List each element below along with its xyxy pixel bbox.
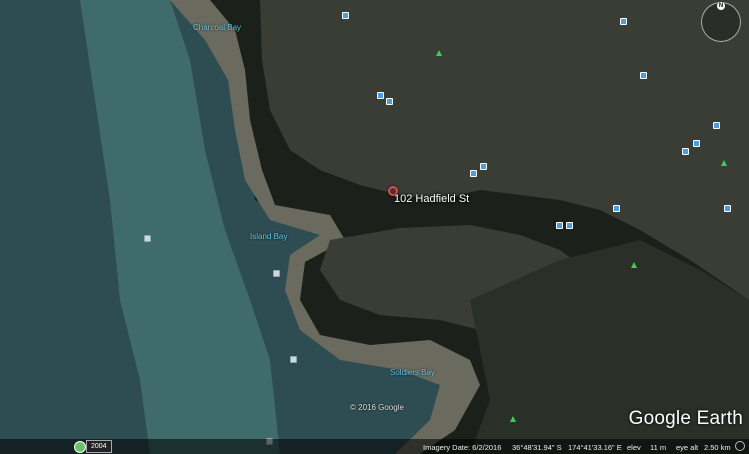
bay-label-island: Island Bay [250,232,288,241]
bus-stop-icon[interactable] [377,92,384,99]
eye-alt-label: eye alt [676,443,699,452]
map-view[interactable]: Charcoal Bay Island Bay Soldiers Bay 102… [0,0,749,454]
compass-north-label: N [717,2,725,10]
park-icon[interactable] [436,50,442,56]
compass-icon[interactable]: N [701,2,741,42]
bus-stop-icon[interactable] [386,98,393,105]
bus-stop-icon[interactable] [556,222,563,229]
bay-label-charcoal: Charcoal Bay [193,23,242,32]
tour-guide-icon[interactable] [74,441,86,453]
bus-stop-icon[interactable] [724,205,731,212]
imagery-date: Imagery Date: 6/2/2016 [423,443,502,452]
bus-stop-icon[interactable] [470,170,477,177]
bus-stop-icon[interactable] [640,72,647,79]
bus-stop-icon[interactable] [682,148,689,155]
bay-label-soldiers: Soldiers Bay [390,368,435,377]
park-icon[interactable] [510,416,516,422]
marker-icon[interactable] [290,356,297,363]
elev-label: elev [627,443,641,452]
park-icon[interactable] [721,160,727,166]
park-icon[interactable] [631,262,637,268]
eye-alt-readout: 2.50 km [704,443,731,452]
historical-imagery-year[interactable]: 2004 [86,440,112,453]
bus-stop-icon[interactable] [693,140,700,147]
marker-icon[interactable] [144,235,151,242]
copyright-label: © 2016 Google [350,403,404,412]
status-bar: 2004 Imagery Date: 6/2/2016 36°48'31.94"… [0,439,749,454]
marker-icon[interactable] [273,270,280,277]
google-earth-logo: Google Earth [628,408,743,429]
bus-stop-icon[interactable] [713,122,720,129]
satellite-imagery [0,0,749,454]
placemark-label[interactable]: 102 Hadfield St [394,193,469,205]
bus-stop-icon[interactable] [566,222,573,229]
latitude-readout: 36°48'31.94" S [512,443,562,452]
bus-stop-icon[interactable] [342,12,349,19]
bus-stop-icon[interactable] [620,18,627,25]
bus-stop-icon[interactable] [613,205,620,212]
longitude-readout: 174°41'33.16" E [568,443,622,452]
status-indicator-icon [735,441,745,451]
bus-stop-icon[interactable] [480,163,487,170]
elevation-readout: 11 m [650,443,667,452]
